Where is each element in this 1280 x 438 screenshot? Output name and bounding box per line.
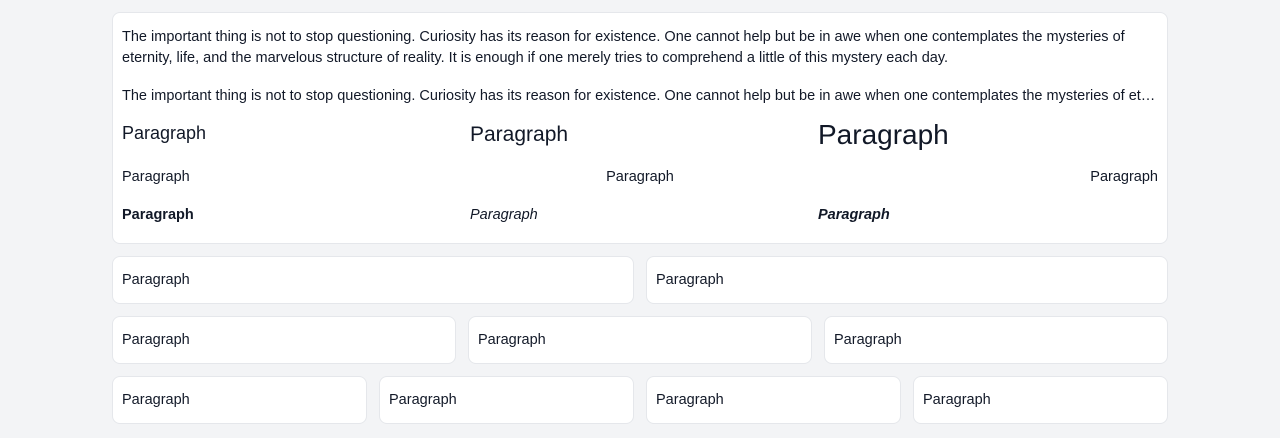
paragraph-card: Paragraph xyxy=(379,376,634,424)
paragraph-small: Paragraph xyxy=(122,123,207,143)
paragraph-card: Paragraph xyxy=(646,256,1168,304)
paragraph-text: Paragraph xyxy=(478,332,546,348)
paragraph-card: Paragraph xyxy=(646,376,901,424)
four-column-row: Paragraph Paragraph Paragraph Paragraph xyxy=(112,376,1168,424)
size-variants-row: Paragraph Paragraph Paragraph xyxy=(122,119,1158,153)
paragraph-italic: Paragraph xyxy=(470,207,538,223)
paragraph-text: Paragraph xyxy=(122,272,190,288)
paragraph-text: Paragraph xyxy=(923,392,991,408)
paragraph-card: Paragraph xyxy=(913,376,1168,424)
paragraph-text: Paragraph xyxy=(656,272,724,288)
paragraph-align-center: Paragraph xyxy=(606,169,674,185)
paragraph-bold-italic: Paragraph xyxy=(818,207,890,223)
truncated-paragraph: The important thing is not to stop quest… xyxy=(122,88,1158,104)
paragraph-bold: Paragraph xyxy=(122,207,194,223)
paragraph-text: Paragraph xyxy=(122,332,190,348)
paragraph-medium: Paragraph xyxy=(470,123,569,146)
paragraph-large: Paragraph xyxy=(818,119,949,150)
paragraph-align-left: Paragraph xyxy=(122,169,190,185)
paragraph-card: Paragraph xyxy=(468,316,812,364)
paragraph-text: Paragraph xyxy=(389,392,457,408)
two-column-row: Paragraph Paragraph xyxy=(112,256,1168,304)
paragraph-text: Paragraph xyxy=(122,392,190,408)
typography-card: The important thing is not to stop quest… xyxy=(112,12,1168,244)
paragraph-card: Paragraph xyxy=(112,376,367,424)
paragraph-card: Paragraph xyxy=(112,316,456,364)
paragraph-text: Paragraph xyxy=(656,392,724,408)
style-variants-row: Paragraph Paragraph Paragraph xyxy=(122,205,1158,225)
paragraph-card: Paragraph xyxy=(824,316,1168,364)
long-paragraph: The important thing is not to stop quest… xyxy=(122,29,1125,66)
three-column-row: Paragraph Paragraph Paragraph xyxy=(112,316,1168,364)
page-container: The important thing is not to stop quest… xyxy=(112,12,1168,424)
paragraph-text: Paragraph xyxy=(834,332,902,348)
paragraph-align-right: Paragraph xyxy=(1090,169,1158,185)
paragraph-card: Paragraph xyxy=(112,256,634,304)
alignment-variants-row: Paragraph Paragraph Paragraph xyxy=(122,167,1158,187)
